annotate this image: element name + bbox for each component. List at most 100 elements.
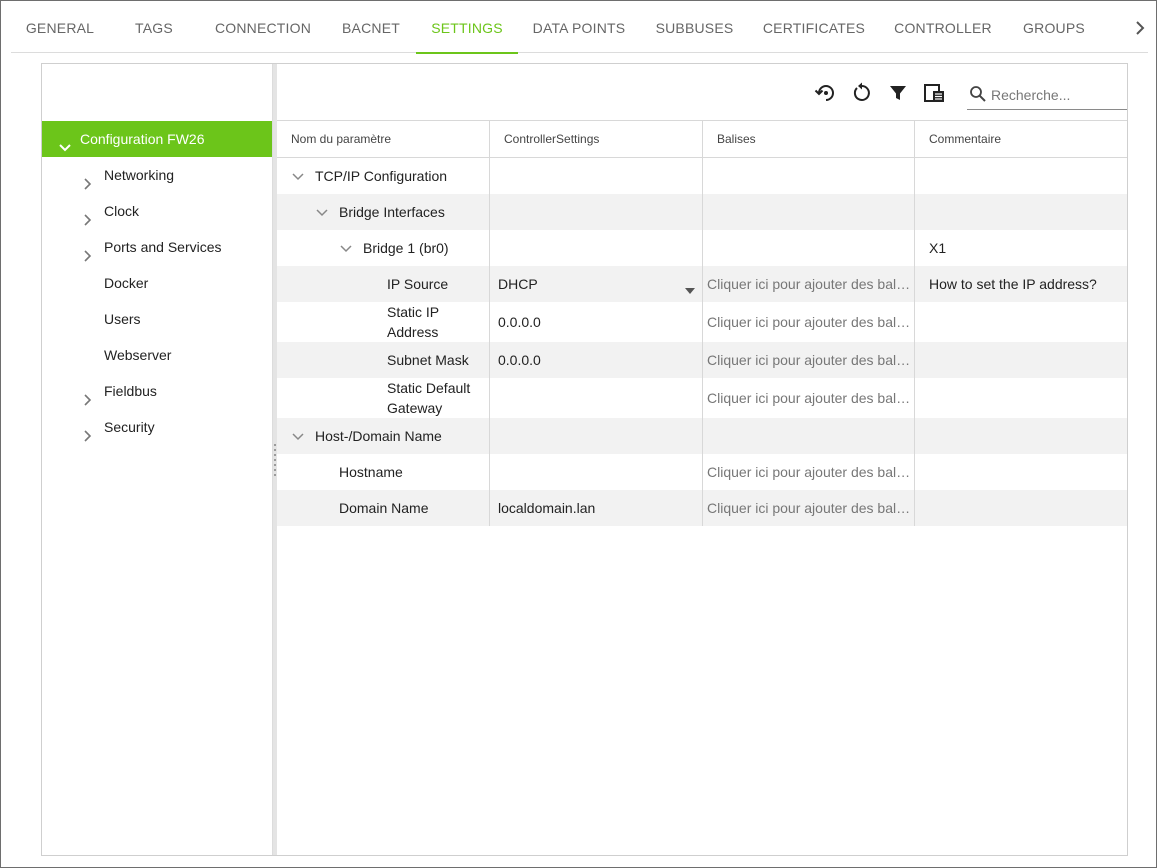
tab-subbuses[interactable]: SUBBUSES bbox=[640, 1, 749, 53]
chevron-right-icon[interactable] bbox=[80, 240, 94, 262]
parameter-name-cell: IP Source bbox=[277, 266, 490, 302]
comment-cell[interactable]: X1 bbox=[915, 230, 1127, 266]
grid-header: Nom du paramètre ControllerSettings Bali… bbox=[277, 121, 1127, 158]
tags-placeholder: Cliquer ici pour ajouter des balises bbox=[707, 500, 913, 516]
parameter-name: Subnet Mask bbox=[387, 352, 469, 368]
chevron-down-icon[interactable] bbox=[291, 169, 305, 183]
value-cell[interactable]: 0.0.0.0 bbox=[490, 302, 703, 342]
tags-placeholder: Cliquer ici pour ajouter des balises bbox=[707, 314, 913, 330]
value-cell[interactable]: localdomain.lan bbox=[490, 490, 703, 526]
chevron-down-icon[interactable] bbox=[315, 205, 329, 219]
restore-history-icon[interactable] bbox=[814, 81, 838, 105]
chevron-right-icon[interactable] bbox=[80, 204, 94, 226]
tree-root-label: Configuration FW26 bbox=[80, 131, 205, 147]
comment-cell[interactable] bbox=[915, 302, 1127, 342]
columns-panel-icon[interactable] bbox=[922, 81, 946, 105]
search-input[interactable] bbox=[991, 84, 1125, 106]
dropdown-arrow-icon[interactable] bbox=[685, 281, 695, 294]
value-cell[interactable] bbox=[490, 378, 703, 418]
column-header-controller-settings[interactable]: ControllerSettings bbox=[490, 121, 703, 158]
tab-connection[interactable]: CONNECTION bbox=[199, 1, 327, 53]
table-row[interactable]: Subnet Mask 0.0.0.0 Cliquer ici pour ajo… bbox=[277, 342, 1127, 378]
chevron-down-icon[interactable] bbox=[291, 429, 305, 443]
tags-cell bbox=[703, 230, 915, 266]
column-header-comment[interactable]: Commentaire bbox=[915, 121, 1127, 158]
search-icon bbox=[969, 85, 987, 103]
parameter-name-cell: Static Default Gateway bbox=[277, 378, 490, 418]
chevron-right-icon[interactable] bbox=[80, 168, 94, 190]
tags-cell[interactable]: Cliquer ici pour ajouter des balises bbox=[703, 302, 915, 342]
parameter-name: Hostname bbox=[339, 464, 403, 480]
tree-item-users[interactable]: Users bbox=[42, 301, 272, 337]
tags-cell[interactable]: Cliquer ici pour ajouter des balises bbox=[703, 490, 915, 526]
reset-icon[interactable] bbox=[850, 81, 874, 105]
tab-general[interactable]: GENERAL bbox=[11, 1, 109, 53]
tree-item-label: Ports and Services bbox=[104, 239, 222, 255]
parameter-name-line: Static Default bbox=[387, 380, 471, 396]
tree-item-networking[interactable]: Networking bbox=[42, 157, 272, 193]
comment-cell[interactable] bbox=[915, 490, 1127, 526]
comment-cell[interactable]: How to set the IP address? bbox=[915, 266, 1127, 302]
value-cell bbox=[490, 418, 703, 454]
tree-root-configuration[interactable]: Configuration FW26 bbox=[42, 121, 272, 157]
tab-certificates[interactable]: CERTIFICATES bbox=[749, 1, 879, 53]
parameter-name-cell: Hostname bbox=[277, 454, 490, 490]
tags-placeholder: Cliquer ici pour ajouter des balises bbox=[707, 390, 913, 406]
tree-item-docker[interactable]: Docker bbox=[42, 265, 272, 301]
tab-controller[interactable]: CONTROLLER bbox=[879, 1, 1007, 53]
table-row[interactable]: Host-/Domain Name bbox=[277, 418, 1127, 454]
comment-cell[interactable] bbox=[915, 454, 1127, 490]
value-cell bbox=[490, 230, 703, 266]
value-cell bbox=[490, 194, 703, 230]
parameter-name-cell: Host-/Domain Name bbox=[277, 418, 490, 454]
value-cell[interactable] bbox=[490, 454, 703, 490]
table-row[interactable]: Bridge 1 (br0) X1 bbox=[277, 230, 1127, 266]
tree-item-label: Security bbox=[104, 419, 155, 435]
table-row[interactable]: Static Default Gateway Cliquer ici pour … bbox=[277, 378, 1127, 418]
tree-item-label: Networking bbox=[104, 167, 175, 183]
value-cell[interactable]: 0.0.0.0 bbox=[490, 342, 703, 378]
chevron-right-icon[interactable] bbox=[80, 384, 94, 406]
chevron-down-icon[interactable] bbox=[58, 132, 72, 152]
parameter-name-cell: Domain Name bbox=[277, 490, 490, 526]
table-row[interactable]: Bridge Interfaces bbox=[277, 194, 1127, 230]
tab-groups[interactable]: GROUPS bbox=[1007, 1, 1101, 53]
comment-cell[interactable] bbox=[915, 342, 1127, 378]
tags-placeholder: Cliquer ici pour ajouter des balises bbox=[707, 352, 913, 368]
table-row[interactable]: Static IP Address 0.0.0.0 Cliquer ici po… bbox=[277, 302, 1127, 342]
tree-item-ports-and-services[interactable]: Ports and Services bbox=[42, 229, 272, 265]
chevron-down-icon[interactable] bbox=[339, 241, 353, 255]
app-window: GENERAL TAGS CONNECTION BACNET SETTINGS … bbox=[0, 0, 1157, 868]
column-header-tags[interactable]: Balises bbox=[703, 121, 915, 158]
column-header-parameter-name[interactable]: Nom du paramètre bbox=[277, 121, 490, 158]
tags-cell[interactable]: Cliquer ici pour ajouter des balises bbox=[703, 342, 915, 378]
tags-cell[interactable]: Cliquer ici pour ajouter des balises bbox=[703, 378, 915, 418]
ip-source-select[interactable]: DHCP bbox=[490, 266, 703, 302]
tree-item-webserver[interactable]: Webserver bbox=[42, 337, 272, 373]
tab-bacnet[interactable]: BACNET bbox=[327, 1, 415, 53]
table-row[interactable]: IP Source DHCP Cliquer ici pour ajouter … bbox=[277, 266, 1127, 302]
tree-item-label: Docker bbox=[104, 275, 149, 291]
tree-item-label: Clock bbox=[104, 203, 140, 219]
value-cell bbox=[490, 158, 703, 194]
tab-settings[interactable]: SETTINGS bbox=[416, 1, 518, 54]
tags-cell[interactable]: Cliquer ici pour ajouter des balises bbox=[703, 266, 915, 302]
settings-tree: Configuration FW26 Networking Clock Port… bbox=[42, 64, 273, 855]
tab-tags[interactable]: TAGS bbox=[109, 1, 199, 53]
tree-item-clock[interactable]: Clock bbox=[42, 193, 272, 229]
parameter-name: Bridge 1 (br0) bbox=[363, 240, 449, 256]
table-row[interactable]: Hostname Cliquer ici pour ajouter des ba… bbox=[277, 454, 1127, 490]
comment-cell[interactable] bbox=[915, 378, 1127, 418]
parameter-name-line: Gateway bbox=[387, 400, 443, 416]
filter-icon[interactable] bbox=[886, 81, 910, 105]
parameter-name: Bridge Interfaces bbox=[339, 204, 445, 220]
tree-item-fieldbus[interactable]: Fieldbus bbox=[42, 373, 272, 409]
tags-placeholder: Cliquer ici pour ajouter des balises bbox=[707, 276, 913, 292]
tags-cell[interactable]: Cliquer ici pour ajouter des balises bbox=[703, 454, 915, 490]
tab-data-points[interactable]: DATA POINTS bbox=[518, 1, 640, 53]
tree-item-security[interactable]: Security bbox=[42, 409, 272, 445]
table-row[interactable]: Domain Name localdomain.lan Cliquer ici … bbox=[277, 490, 1127, 526]
chevron-right-icon[interactable] bbox=[80, 420, 94, 442]
table-row[interactable]: TCP/IP Configuration bbox=[277, 158, 1127, 194]
chevron-right-icon[interactable] bbox=[1129, 17, 1151, 39]
